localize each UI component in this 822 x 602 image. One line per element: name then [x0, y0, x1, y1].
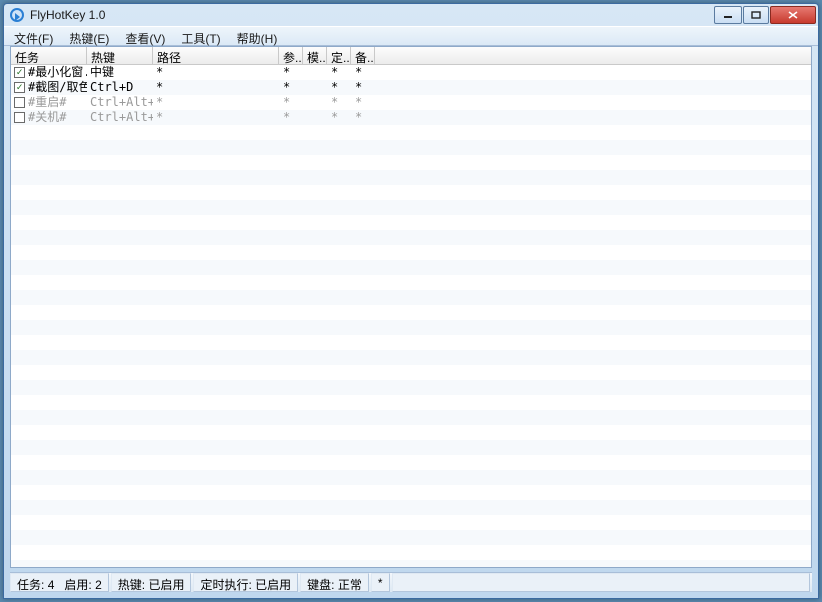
table-row[interactable]: #截图/取色#Ctrl+D****: [11, 80, 811, 95]
task-name: #最小化窗..: [28, 65, 87, 80]
menu-file[interactable]: 文件(F): [6, 27, 61, 45]
status-filler: [392, 573, 810, 592]
col-timer[interactable]: 定..: [327, 47, 351, 64]
status-extra: *: [371, 573, 390, 592]
cell-remark: *: [351, 80, 375, 95]
cell-task: #截图/取色#: [11, 80, 87, 95]
minimize-button[interactable]: [714, 6, 742, 24]
cell-timer: *: [327, 65, 351, 80]
cell-mode: [303, 80, 327, 95]
cell-path: *: [153, 80, 279, 95]
cell-hotkey: Ctrl+D: [87, 80, 153, 95]
status-hotkey: 热键: 已启用: [111, 573, 192, 592]
status-timer: 定时执行: 已启用: [193, 573, 298, 592]
status-enabled-label: 启用:: [64, 578, 91, 592]
cell-arg: *: [279, 65, 303, 80]
status-keyboard-label: 键盘:: [307, 578, 334, 592]
status-tasks-count: 4: [48, 578, 55, 592]
cell-remark: *: [351, 65, 375, 80]
enable-checkbox[interactable]: [14, 82, 25, 93]
cell-hotkey: 中键: [87, 65, 153, 80]
col-hotkey[interactable]: 热键: [87, 47, 153, 64]
col-arg[interactable]: 参..: [279, 47, 303, 64]
cell-hotkey: Ctrl+Alt+End: [87, 110, 153, 125]
col-filler: [375, 47, 811, 64]
cell-timer: *: [327, 80, 351, 95]
minimize-icon: [723, 11, 733, 19]
cell-task: #最小化窗..: [11, 65, 87, 80]
status-hotkey-label: 热键:: [118, 578, 145, 592]
cell-task: #重启#: [11, 95, 87, 110]
window-title: FlyHotKey 1.0: [30, 8, 714, 22]
status-enabled-count: 2: [95, 578, 102, 592]
cell-hotkey: Ctrl+Alt+Home: [87, 95, 153, 110]
col-remark[interactable]: 备..: [351, 47, 375, 64]
cell-arg: *: [279, 80, 303, 95]
statusbar: 任务: 4 启用: 2 热键: 已启用 定时执行: 已启用 键盘: 正常 *: [10, 572, 812, 592]
enable-checkbox[interactable]: [14, 97, 25, 108]
cell-mode: [303, 110, 327, 125]
cell-timer: *: [327, 95, 351, 110]
menubar: 文件(F) 热键(E) 查看(V) 工具(T) 帮助(H): [4, 26, 818, 46]
task-name: #关机#: [28, 110, 87, 125]
list-body[interactable]: #最小化窗..中键****#截图/取色#Ctrl+D****#重启#Ctrl+A…: [11, 65, 811, 567]
menu-tools[interactable]: 工具(T): [173, 27, 228, 45]
cell-path: *: [153, 110, 279, 125]
status-keyboard-state: 正常: [338, 578, 362, 592]
cell-path: *: [153, 65, 279, 80]
col-mode[interactable]: 模..: [303, 47, 327, 64]
cell-path: *: [153, 95, 279, 110]
status-timer-label: 定时执行:: [200, 578, 251, 592]
table-row[interactable]: #最小化窗..中键****: [11, 65, 811, 80]
cell-mode: [303, 95, 327, 110]
maximize-button[interactable]: [743, 6, 769, 24]
listview: 任务 热键 路径 参.. 模.. 定.. 备.. #最小化窗..中键****#截…: [10, 46, 812, 568]
table-row[interactable]: #重启#Ctrl+Alt+Home****: [11, 95, 811, 110]
table-row[interactable]: #关机#Ctrl+Alt+End****: [11, 110, 811, 125]
app-window: FlyHotKey 1.0 文件(F) 热键(E) 查看(V) 工具(T) 帮助…: [3, 3, 819, 599]
enable-checkbox[interactable]: [14, 112, 25, 123]
close-button[interactable]: [770, 6, 816, 24]
task-name: #截图/取色#: [28, 80, 87, 95]
cell-arg: *: [279, 95, 303, 110]
menu-view[interactable]: 查看(V): [117, 27, 173, 45]
menu-help[interactable]: 帮助(H): [229, 27, 286, 45]
cell-timer: *: [327, 110, 351, 125]
status-hotkey-state: 已启用: [148, 578, 184, 592]
close-icon: [787, 10, 799, 20]
col-task[interactable]: 任务: [11, 47, 87, 64]
status-tasks-label: 任务:: [17, 578, 44, 592]
cell-remark: *: [351, 95, 375, 110]
cell-mode: [303, 65, 327, 80]
task-name: #重启#: [28, 95, 87, 110]
app-icon: [10, 8, 24, 22]
column-header: 任务 热键 路径 参.. 模.. 定.. 备..: [11, 47, 811, 65]
window-controls: [714, 6, 816, 24]
menu-hotkey[interactable]: 热键(E): [61, 27, 117, 45]
maximize-icon: [751, 11, 761, 19]
cell-remark: *: [351, 110, 375, 125]
status-timer-state: 已启用: [255, 578, 291, 592]
titlebar[interactable]: FlyHotKey 1.0: [4, 4, 818, 26]
cell-task: #关机#: [11, 110, 87, 125]
status-keyboard: 键盘: 正常: [300, 573, 369, 592]
enable-checkbox[interactable]: [14, 67, 25, 78]
status-extra-text: *: [378, 576, 383, 590]
col-path[interactable]: 路径: [153, 47, 279, 64]
cell-arg: *: [279, 110, 303, 125]
status-tasks: 任务: 4 启用: 2: [10, 573, 109, 592]
